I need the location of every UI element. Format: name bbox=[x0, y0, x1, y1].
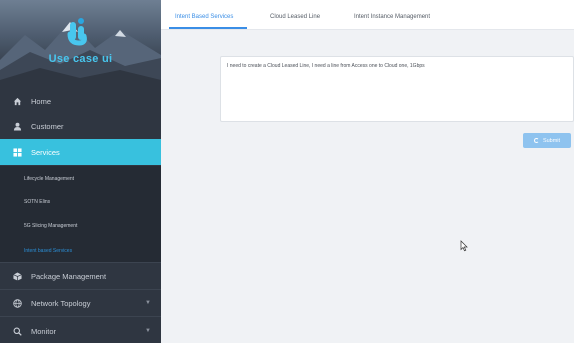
chevron-down-icon: ▼ bbox=[145, 300, 151, 306]
user-icon bbox=[12, 121, 22, 131]
menu-item-label: Services bbox=[31, 147, 60, 157]
menu-item-home[interactable]: Home bbox=[0, 88, 161, 114]
mouse-cursor-icon bbox=[460, 240, 468, 252]
menu-item-network-topology[interactable]: Network Topology ▼ bbox=[0, 290, 161, 316]
submenu-item-lifecycle-management[interactable]: Lifecycle Management bbox=[24, 176, 74, 182]
tab-bar: Intent Based Services Cloud Leased Line … bbox=[161, 0, 574, 30]
grid-icon bbox=[12, 147, 22, 157]
submenu-item-5g-slicing-management[interactable]: 5G Slicing Management bbox=[24, 223, 77, 229]
tab-cloud-leased-line[interactable]: Cloud Leased Line bbox=[270, 14, 320, 20]
menu-item-package-management[interactable]: Package Management bbox=[0, 263, 161, 289]
package-icon bbox=[12, 271, 22, 281]
sidebar: Use case ui Home Customer Services Lifec… bbox=[0, 0, 161, 343]
search-icon bbox=[12, 326, 22, 336]
home-icon bbox=[12, 96, 22, 106]
menu-item-label: Monitor bbox=[31, 326, 57, 336]
submenu-item-sotn-elins[interactable]: SOTN Elins bbox=[24, 199, 50, 205]
menu-item-customer[interactable]: Customer bbox=[0, 113, 161, 139]
menu-item-services[interactable]: Services bbox=[0, 139, 161, 165]
menu-item-label: Customer bbox=[31, 121, 64, 131]
globe-icon bbox=[12, 298, 22, 308]
menu-item-label: Package Management bbox=[31, 271, 107, 281]
menu-item-label: Network Topology bbox=[31, 298, 91, 308]
submit-button[interactable]: Submit bbox=[523, 133, 571, 148]
menu-item-monitor[interactable]: Monitor ▼ bbox=[0, 318, 161, 343]
use-case-ui-logo bbox=[67, 18, 87, 46]
menu-item-label: Home bbox=[31, 96, 52, 106]
intent-input[interactable]: I need to create a Cloud Leased Line, I … bbox=[220, 56, 574, 122]
submenu-item-intent-based-services[interactable]: Intent based Services bbox=[24, 248, 72, 254]
menu-divider bbox=[0, 316, 161, 317]
loading-spinner-icon bbox=[533, 138, 539, 143]
tab-intent-based-services[interactable]: Intent Based Services bbox=[175, 14, 233, 20]
services-submenu: Lifecycle Management SOTN Elins 5G Slici… bbox=[0, 166, 161, 262]
brand-name: Use case ui bbox=[48, 53, 113, 65]
tab-intent-instance-management[interactable]: Intent Instance Management bbox=[354, 14, 430, 20]
logo-area: Use case ui bbox=[0, 0, 161, 87]
main-content: Intent Based Services Cloud Leased Line … bbox=[161, 0, 574, 343]
chevron-down-icon: ▼ bbox=[145, 328, 151, 334]
active-tab-indicator bbox=[169, 27, 247, 29]
submit-label: Submit bbox=[542, 137, 561, 144]
